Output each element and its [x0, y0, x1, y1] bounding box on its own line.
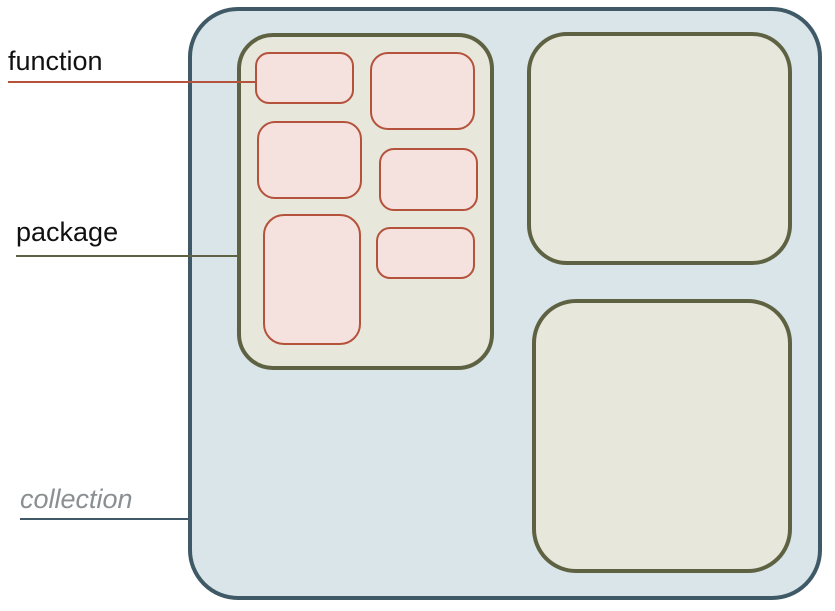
function-box-2 [370, 52, 475, 130]
function-box-1 [255, 52, 354, 104]
function-box-4 [379, 148, 478, 211]
package-label: package [16, 217, 119, 247]
function-box-5 [263, 214, 361, 345]
collection-label: collection [20, 484, 133, 514]
function-label: function [8, 46, 103, 76]
package-box-2 [527, 32, 792, 265]
function-box-6 [376, 227, 475, 279]
diagram-canvas: function package collection [0, 0, 835, 606]
diagram-svg [8, 7, 822, 600]
function-box-3 [257, 121, 362, 199]
package-box-3 [532, 299, 792, 573]
